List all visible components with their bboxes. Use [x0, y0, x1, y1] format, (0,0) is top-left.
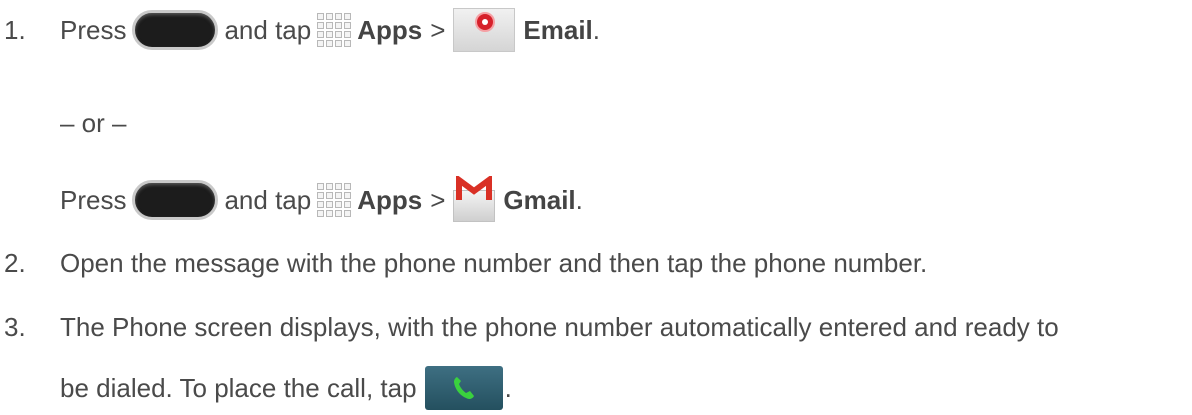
apps-label: Apps — [357, 184, 423, 215]
step-3-cont: be dialed. To place the call, tap . — [60, 364, 512, 412]
step-3: 3. The Phone screen displays, with the p… — [0, 312, 1059, 343]
step-text: Open the message with the phone number a… — [60, 248, 928, 278]
email-label: Email — [523, 14, 593, 45]
or-text: – or – — [60, 108, 127, 138]
step-1: 1. Press and tap Apps > Email . — [0, 0, 600, 60]
step-number: 2. — [4, 248, 26, 278]
step-text: be dialed. To place the call, tap — [60, 372, 417, 403]
gmail-label: Gmail — [503, 184, 576, 215]
and-tap-text: and tap — [224, 14, 312, 45]
phone-call-button-icon — [424, 366, 503, 410]
step-number: 3. — [4, 312, 26, 342]
and-tap-text: and tap — [224, 184, 312, 215]
home-key-icon — [132, 10, 219, 50]
period: . — [504, 372, 512, 403]
press-text: Press — [60, 184, 127, 215]
gmail-app-icon — [451, 176, 497, 224]
period: . — [592, 14, 601, 45]
apps-label: Apps — [357, 14, 423, 45]
step-number: 1. — [4, 14, 26, 45]
separator: > — [430, 14, 446, 45]
home-key-icon — [132, 180, 219, 220]
or-divider: – or – — [60, 108, 127, 139]
step-1-alt: Press and tap Apps > Gmail . — [60, 170, 583, 230]
separator: > — [430, 184, 446, 215]
apps-grid-icon — [317, 13, 352, 47]
period: . — [575, 184, 583, 215]
email-app-icon — [453, 8, 516, 52]
press-text: Press — [60, 14, 127, 45]
step-text: The Phone screen displays, with the phon… — [60, 312, 1059, 342]
step-2: 2. Open the message with the phone numbe… — [0, 248, 927, 279]
apps-grid-icon — [317, 183, 352, 217]
